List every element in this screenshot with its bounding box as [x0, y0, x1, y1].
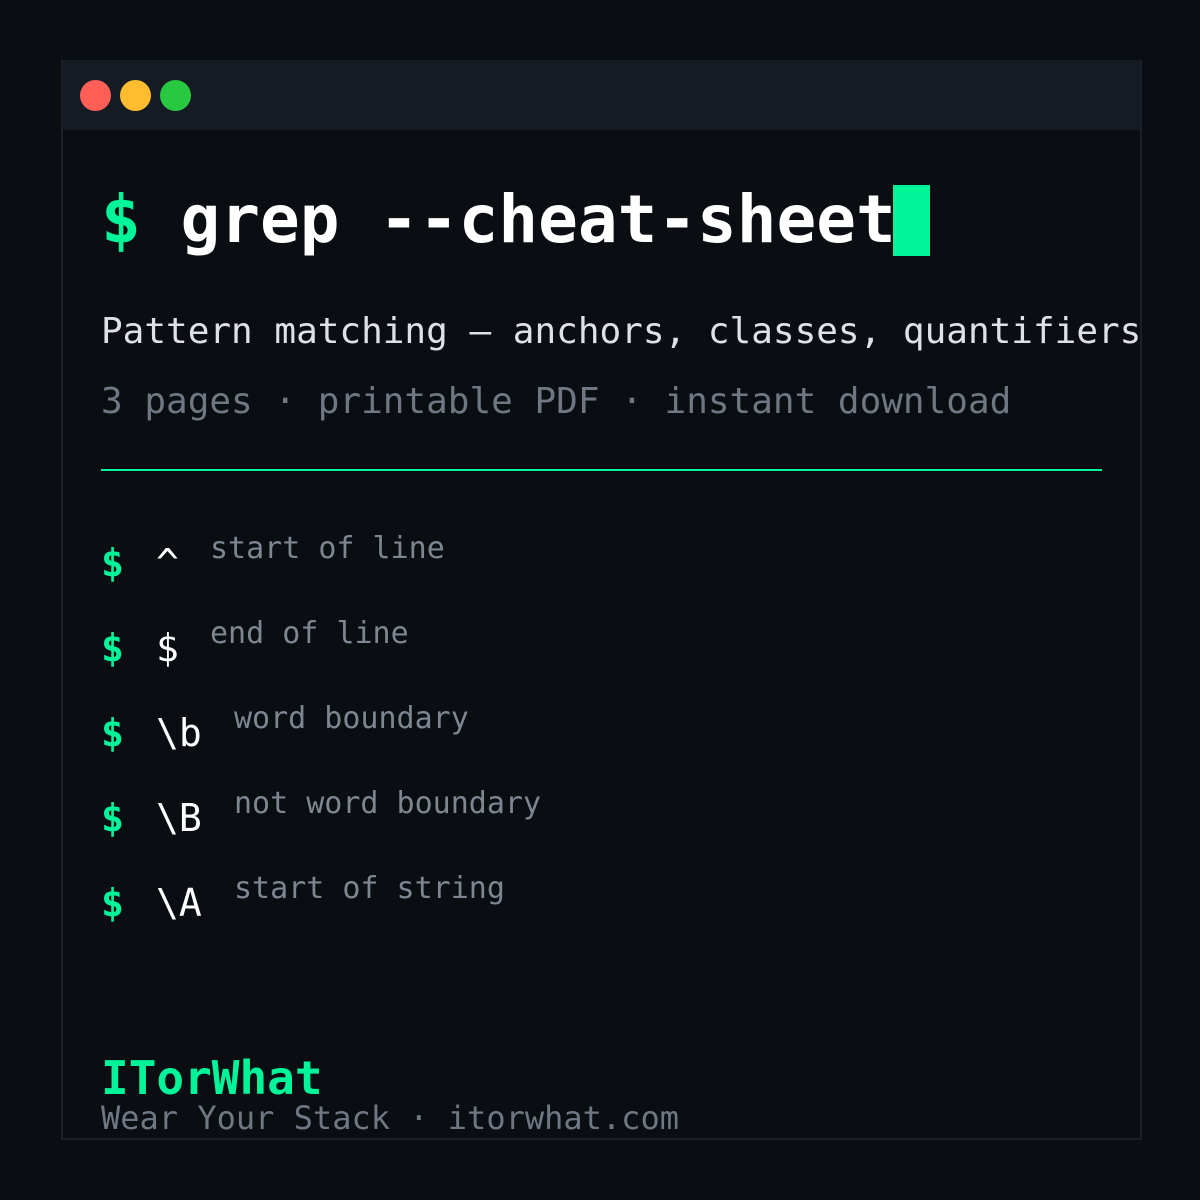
- prompt-symbol: $: [101, 181, 141, 258]
- item-description: start of line: [210, 531, 445, 566]
- cursor-block-icon: [893, 185, 930, 256]
- item-description: word boundary: [234, 701, 469, 736]
- terminal-window: $ grep --cheat-sheet Pattern matching — …: [61, 60, 1142, 1140]
- title-bar: [63, 60, 1140, 130]
- regex-token: \B: [156, 796, 202, 840]
- page-title: $ grep --cheat-sheet: [101, 180, 896, 260]
- regex-token: \b: [156, 711, 202, 755]
- prompt-symbol: $: [101, 796, 124, 840]
- subtitle: Pattern matching — anchors, classes, qua…: [101, 311, 1142, 352]
- item-description: end of line: [210, 616, 409, 651]
- divider: [101, 469, 1102, 471]
- minimize-window-button[interactable]: [120, 80, 151, 111]
- item-description: not word boundary: [234, 786, 542, 821]
- command-text: grep --cheat-sheet: [180, 181, 896, 258]
- close-window-button[interactable]: [80, 80, 111, 111]
- regex-token: $: [156, 626, 179, 670]
- maximize-window-button[interactable]: [160, 80, 191, 111]
- item-description: start of string: [234, 871, 505, 906]
- regex-token: \A: [156, 881, 202, 925]
- prompt-symbol: $: [101, 541, 124, 585]
- prompt-symbol: $: [101, 626, 124, 670]
- regex-token: ^: [156, 541, 179, 585]
- brand-tagline: Wear Your Stack · itorwhat.com: [101, 1099, 679, 1137]
- meta-info: 3 pages · printable PDF · instant downlo…: [101, 381, 1012, 422]
- prompt-symbol: $: [101, 711, 124, 755]
- prompt-symbol: $: [101, 881, 124, 925]
